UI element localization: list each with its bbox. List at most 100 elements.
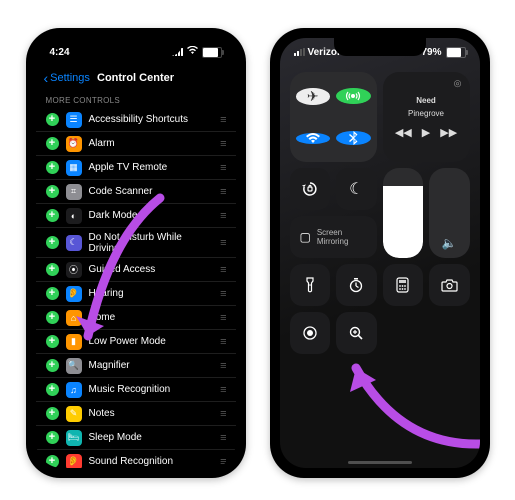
control-row[interactable]: +▮Low Power Mode≡ <box>36 330 236 354</box>
app-icon: ⏰ <box>66 136 82 152</box>
control-row[interactable]: +⦿Guided Access≡ <box>36 258 236 282</box>
add-button[interactable]: + <box>46 161 59 174</box>
control-row[interactable]: +☾Do Not Disturb While Driving≡ <box>36 228 236 258</box>
timer-button[interactable] <box>336 264 377 306</box>
add-button[interactable]: + <box>46 407 59 420</box>
back-label: Settings <box>50 72 90 84</box>
add-button[interactable]: + <box>46 236 59 249</box>
sun-icon: ☀ <box>397 236 408 250</box>
volume-slider[interactable]: 🔈 <box>429 168 470 258</box>
wifi-toggle[interactable] <box>296 133 331 144</box>
control-center-grid: ✈ ◎ Need Pinegrove ◀◀ <box>280 66 480 354</box>
add-button[interactable]: + <box>46 335 59 348</box>
app-icon: 🛏 <box>66 430 82 446</box>
app-icon: ▦ <box>66 160 82 176</box>
add-button[interactable]: + <box>46 137 59 150</box>
cellular-icon <box>294 48 305 56</box>
screen-record-button[interactable] <box>290 312 331 354</box>
annotation-arrow <box>340 346 480 456</box>
add-button[interactable]: + <box>46 311 59 324</box>
drag-handle-icon[interactable]: ≡ <box>220 384 225 396</box>
drag-handle-icon[interactable]: ≡ <box>220 186 225 198</box>
app-icon: 👂 <box>66 454 82 469</box>
magnifier-button[interactable] <box>336 312 377 354</box>
control-row[interactable]: + 🛏 Sleep Mode ≡ <box>36 426 236 450</box>
drag-handle-icon[interactable]: ≡ <box>220 456 225 468</box>
drag-handle-icon[interactable]: ≡ <box>220 237 225 249</box>
camera-button[interactable] <box>429 264 470 306</box>
orientation-lock-button[interactable] <box>290 168 331 210</box>
drag-handle-icon[interactable]: ≡ <box>220 288 225 300</box>
control-row[interactable]: +☰Accessibility Shortcuts≡ <box>36 108 236 132</box>
brightness-slider[interactable]: ☀ <box>383 168 424 258</box>
app-icon: ✎ <box>66 406 82 422</box>
music-title: Need <box>416 96 436 105</box>
play-button[interactable]: ▶ <box>422 126 430 139</box>
drag-handle-icon[interactable]: ≡ <box>220 162 225 174</box>
row-label: Dark Mode <box>89 210 138 221</box>
status-right: 79% <box>421 47 465 58</box>
drag-handle-icon[interactable]: ≡ <box>220 210 225 222</box>
row-label: Sleep Mode <box>89 432 142 443</box>
cellular-toggle[interactable] <box>336 88 371 104</box>
calculator-button[interactable] <box>383 264 424 306</box>
screen-mirroring-button[interactable]: ▢ Screen Mirroring <box>290 216 377 258</box>
drag-handle-icon[interactable]: ≡ <box>220 360 225 372</box>
drag-handle-icon[interactable]: ≡ <box>220 336 225 348</box>
add-button[interactable]: + <box>46 359 59 372</box>
row-label: Notes <box>89 408 115 419</box>
drag-handle-icon[interactable]: ≡ <box>220 138 225 150</box>
music-tile[interactable]: ◎ Need Pinegrove ◀◀ ▶ ▶▶ <box>383 72 470 162</box>
add-button[interactable]: + <box>46 185 59 198</box>
controls-list[interactable]: +☰Accessibility Shortcuts≡+⏰Alarm≡+▦Appl… <box>36 108 236 468</box>
control-row[interactable]: +⏰Alarm≡ <box>36 132 236 156</box>
add-button[interactable]: + <box>46 287 59 300</box>
forward-button[interactable]: ▶▶ <box>440 126 457 139</box>
drag-handle-icon[interactable]: ≡ <box>220 114 225 126</box>
row-label: Apple TV Remote <box>89 162 168 173</box>
drag-handle-icon[interactable]: ≡ <box>220 432 225 444</box>
phone-right: Verizon 79% ✈ <box>270 28 490 478</box>
row-label: Magnifier <box>89 360 130 371</box>
row-label: Guided Access <box>89 264 156 275</box>
add-button[interactable]: + <box>46 113 59 126</box>
drag-handle-icon[interactable]: ≡ <box>220 312 225 324</box>
add-button[interactable]: + <box>46 263 59 276</box>
add-button[interactable]: + <box>46 455 59 468</box>
airplane-toggle[interactable]: ✈ <box>296 88 331 105</box>
control-row[interactable]: +⌂Home≡ <box>36 306 236 330</box>
control-row[interactable]: + ✎ Notes ≡ <box>36 402 236 426</box>
control-row[interactable]: + 🔍 Magnifier ≡ <box>36 354 236 378</box>
flashlight-button[interactable] <box>290 264 331 306</box>
row-label: Sound Recognition <box>89 456 174 467</box>
app-icon: 🔍 <box>66 358 82 374</box>
add-button[interactable]: + <box>46 431 59 444</box>
control-row[interactable]: +♫Music Recognition≡ <box>36 378 236 402</box>
control-row[interactable]: + 👂 Sound Recognition ≡ <box>36 450 236 468</box>
control-row[interactable]: + ▦ Apple TV Remote ≡ <box>36 156 236 180</box>
speaker-icon: 🔈 <box>442 236 457 250</box>
rewind-button[interactable]: ◀◀ <box>395 126 412 139</box>
wifi-icon <box>187 46 198 58</box>
battery-icon <box>446 47 466 58</box>
add-button[interactable]: + <box>46 383 59 396</box>
drag-handle-icon[interactable]: ≡ <box>220 264 225 276</box>
music-artist: Pinegrove <box>408 109 444 118</box>
chevron-left-icon: ‹ <box>44 71 49 85</box>
do-not-disturb-button[interactable]: ☾ <box>336 168 377 210</box>
control-row[interactable]: + ◐ Dark Mode ≡ <box>36 204 236 228</box>
app-icon: ☾ <box>66 235 82 251</box>
connectivity-tile: ✈ <box>290 72 377 162</box>
back-button[interactable]: ‹ Settings <box>44 71 90 85</box>
control-row[interactable]: +⌗Code Scanner≡ <box>36 180 236 204</box>
app-icon: ◐ <box>66 208 82 224</box>
drag-handle-icon[interactable]: ≡ <box>220 408 225 420</box>
bluetooth-toggle[interactable] <box>336 131 371 145</box>
home-indicator[interactable] <box>348 461 412 464</box>
music-controls: ◀◀ ▶ ▶▶ <box>395 126 457 139</box>
add-button[interactable]: + <box>46 209 59 222</box>
airplay-icon[interactable]: ◎ <box>454 78 462 89</box>
notch <box>334 38 426 56</box>
app-icon: ⌗ <box>66 184 82 200</box>
control-row[interactable]: +👂Hearing≡ <box>36 282 236 306</box>
